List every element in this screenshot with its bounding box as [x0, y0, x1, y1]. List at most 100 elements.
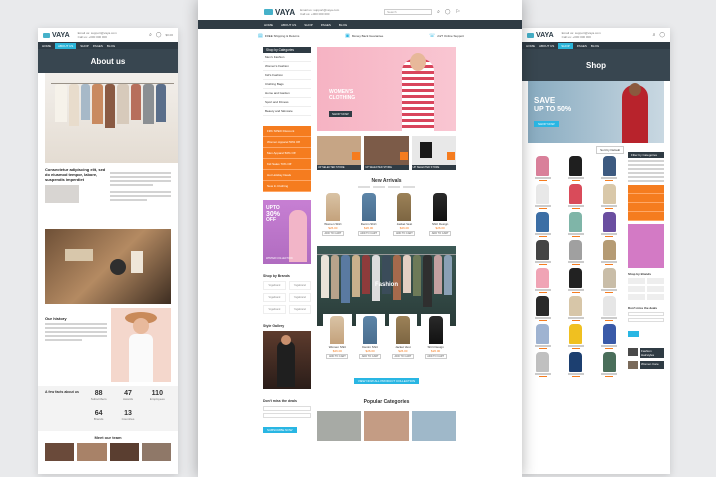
promo-card[interactable]: UP SELECTED STORE	[317, 136, 361, 170]
banner-shop-button[interactable]: SHOP NOW	[534, 121, 559, 127]
nav-home[interactable]: HOME	[526, 44, 535, 48]
brand-logo[interactable]: Yogabrand	[263, 281, 286, 290]
product-card[interactable]	[528, 156, 557, 181]
add-to-cart-button[interactable]: ADD TO CART	[359, 354, 381, 359]
product-card[interactable]	[561, 296, 590, 321]
widget-item[interactable]: Women Care	[628, 361, 664, 369]
nav-blog[interactable]: BLOG	[591, 44, 599, 48]
category-card[interactable]	[364, 411, 408, 441]
brand-logo[interactable]: Yogabrand	[289, 281, 312, 290]
product-card[interactable]	[528, 184, 557, 209]
product-card[interactable]: Shirt Design $26.00 ADD TO CART	[421, 314, 450, 361]
search-icon[interactable]: ⌕	[437, 9, 440, 15]
product-card[interactable]: Shirt Design $26.00 ADD TO CART	[424, 191, 456, 238]
search-icon[interactable]: ⌕	[653, 32, 656, 38]
search-input[interactable]: Search	[384, 9, 432, 15]
widget-item[interactable]: Fashion Hairstyles	[628, 348, 664, 358]
product-card[interactable]: Denim Shirt $26.00 ADD TO CART	[356, 314, 385, 361]
offer-item[interactable]: New In Clothing	[263, 181, 311, 192]
offer-item[interactable]	[628, 185, 664, 194]
product-card[interactable]	[561, 324, 590, 349]
add-to-cart-button[interactable]: ADD TO CART	[322, 231, 344, 236]
product-card[interactable]	[528, 240, 557, 265]
promo-card[interactable]: UP SELECTED STORE	[364, 136, 408, 170]
nav-shop[interactable]: SHOP	[558, 43, 573, 49]
product-card[interactable]	[595, 184, 624, 209]
nav-home[interactable]: HOME	[42, 44, 51, 48]
category-card[interactable]	[317, 411, 361, 441]
sort-select[interactable]: Sort by Default	[596, 146, 624, 154]
home-logo[interactable]: VAYA	[264, 8, 295, 17]
product-card[interactable]	[528, 324, 557, 349]
brand-logo[interactable]: Yogabrand	[263, 293, 286, 302]
product-card[interactable]	[528, 296, 557, 321]
product-card[interactable]	[561, 212, 590, 237]
nav-home[interactable]: HOME	[264, 23, 273, 27]
product-card[interactable]	[595, 240, 624, 265]
category-item[interactable]: Sport and Fitness	[263, 98, 311, 107]
offer-item[interactable]: Men Apparel 50% Off	[263, 148, 311, 159]
brand-logo[interactable]	[628, 278, 645, 284]
brand-logo[interactable]	[647, 278, 664, 284]
nav-blog[interactable]: BLOG	[107, 44, 115, 48]
brand-logo[interactable]: Yogabrand	[289, 305, 312, 314]
offer-item[interactable]: Kid Sales 70% Off	[263, 159, 311, 170]
brand-logo[interactable]	[647, 294, 664, 300]
category-item[interactable]: Beauty and Skincare	[263, 107, 311, 116]
user-icon[interactable]: ◯	[659, 32, 665, 38]
product-card[interactable]: Denim Shirt $26.00 ADD TO CART	[353, 191, 385, 238]
offer-item[interactable]: Hot Holiday Deals	[263, 170, 311, 181]
add-to-cart-button[interactable]: ADD TO CART	[358, 231, 380, 236]
product-card[interactable]: Women Shirt $26.00 ADD TO CART	[323, 314, 352, 361]
nav-shop[interactable]: SHOP	[80, 44, 89, 48]
product-card[interactable]	[561, 156, 590, 181]
product-card[interactable]	[595, 324, 624, 349]
add-to-cart-button[interactable]: ADD TO CART	[392, 354, 414, 359]
product-card[interactable]	[561, 268, 590, 293]
offer-item[interactable]	[628, 203, 664, 212]
cart-icon[interactable]: ⚐	[456, 9, 460, 15]
subscribe-button[interactable]	[628, 331, 639, 337]
about-logo[interactable]: VAYA	[43, 32, 70, 39]
category-card[interactable]	[412, 411, 456, 441]
nav-pages[interactable]: PAGES	[321, 23, 331, 27]
product-card[interactable]	[528, 268, 557, 293]
brand-logo[interactable]	[628, 294, 645, 300]
subscribe-button[interactable]: SUBSCRIBE NOW	[263, 427, 297, 433]
nav-blog[interactable]: BLOG	[339, 23, 347, 27]
product-card[interactable]	[561, 184, 590, 209]
add-to-cart-button[interactable]: ADD TO CART	[425, 354, 447, 359]
nav-about[interactable]: ABOUT US	[539, 44, 554, 48]
style-gallery-image[interactable]	[263, 331, 311, 389]
cart-total[interactable]: $0.00	[165, 33, 173, 37]
brand-logo[interactable]	[628, 286, 645, 292]
product-card[interactable]	[595, 156, 624, 181]
product-card[interactable]	[561, 352, 590, 377]
category-item[interactable]: Women's Fashion	[263, 62, 311, 71]
winter-sale-banner[interactable]: UPTO 30% OFF WINTER COLLECTION	[263, 200, 311, 264]
nav-about[interactable]: ABOUT US	[55, 43, 76, 49]
nav-shop[interactable]: SHOP	[304, 23, 313, 27]
user-icon[interactable]: ◯	[156, 32, 162, 38]
hero-shop-button[interactable]: SHOP NOW	[329, 111, 352, 117]
product-card[interactable]	[561, 240, 590, 265]
user-icon[interactable]: ◯	[445, 9, 451, 15]
nav-about[interactable]: ABOUT US	[281, 23, 296, 27]
add-to-cart-button[interactable]: ADD TO CART	[393, 231, 415, 236]
sidebar-banner[interactable]	[628, 224, 664, 268]
category-item[interactable]: Home and Garden	[263, 89, 311, 98]
add-to-cart-button[interactable]: ADD TO CART	[326, 354, 348, 359]
product-card[interactable]	[528, 212, 557, 237]
email-field[interactable]	[263, 406, 311, 411]
brand-logo[interactable]	[647, 286, 664, 292]
product-card[interactable]	[595, 352, 624, 377]
offer-item[interactable]	[628, 212, 664, 221]
product-card[interactable]: Women Shirt $26.00 ADD TO CART	[317, 191, 349, 238]
product-card[interactable]	[595, 212, 624, 237]
name-field[interactable]	[263, 413, 311, 418]
category-item[interactable]: Men's Fashion	[263, 53, 311, 62]
offer-item[interactable]: Women Apparel 50% Off	[263, 137, 311, 148]
offer-item[interactable]: Fifth SPED Discount	[263, 126, 311, 137]
brand-logo[interactable]: Yogabrand	[263, 305, 286, 314]
category-item[interactable]: Kid's Fashion	[263, 71, 311, 80]
